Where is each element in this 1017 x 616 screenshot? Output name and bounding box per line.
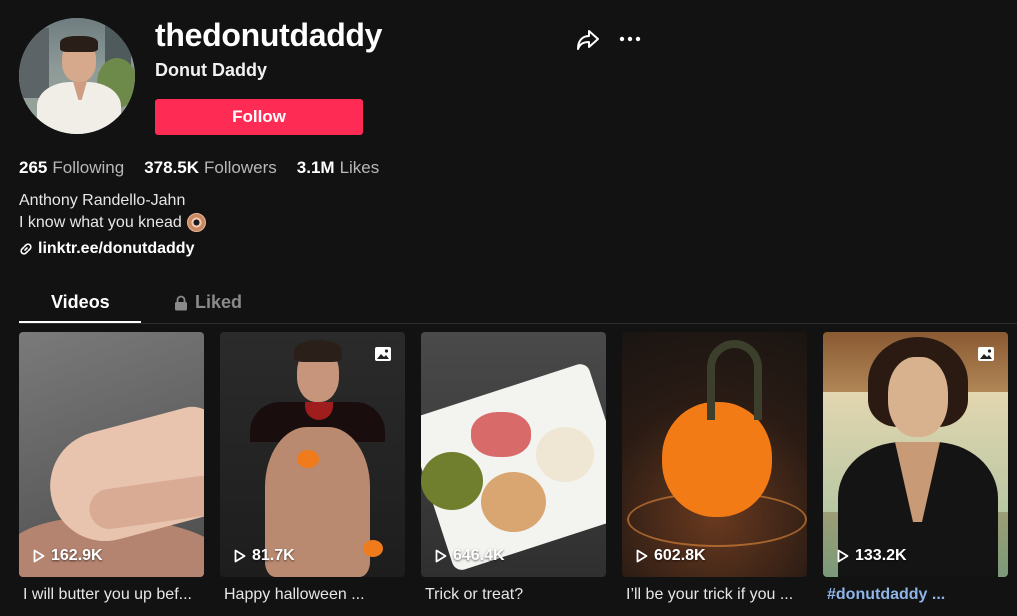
view-count: 133.2K: [837, 547, 907, 565]
bio-link[interactable]: linktr.ee/donutdaddy: [19, 240, 194, 258]
video-card[interactable]: 646.4K Trick or treat?: [421, 332, 606, 604]
tab-active-underline: [19, 321, 141, 323]
profile-username: thedonutdaddy: [155, 17, 383, 53]
bio-text-content: I know what you knead: [19, 213, 182, 231]
profile-nickname: Donut Daddy: [155, 60, 267, 80]
stat-count: 378.5K: [144, 158, 200, 177]
play-icon: [837, 549, 849, 563]
bio-link-text[interactable]: linktr.ee/donutdaddy: [38, 240, 194, 258]
video-card[interactable]: 81.7K Happy halloween ...: [220, 332, 405, 604]
view-count-value: 646.4K: [453, 547, 505, 564]
stat-followers[interactable]: 378.5K Followers: [144, 158, 277, 178]
view-count-value: 81.7K: [252, 547, 295, 564]
video-thumbnail[interactable]: 162.9K: [19, 332, 204, 577]
share-icon[interactable]: [575, 27, 601, 53]
video-grid: 162.9K I will butter you up bef... 81.7K…: [19, 332, 1008, 604]
stat-count: 3.1M: [296, 158, 335, 177]
bio-name: Anthony Randello-Jahn: [19, 192, 186, 209]
view-count-value: 162.9K: [51, 547, 103, 564]
view-count: 81.7K: [234, 547, 295, 565]
stat-label: Likes: [339, 158, 380, 177]
tab-liked-label: Liked: [195, 292, 243, 312]
profile-tabs: Videos Liked: [19, 288, 1017, 324]
tab-liked[interactable]: Liked: [174, 292, 242, 313]
play-icon: [33, 549, 45, 563]
video-card[interactable]: 602.8K I’ll be your trick if you ...: [622, 332, 807, 604]
more-options-icon[interactable]: [618, 30, 642, 48]
view-count-value: 133.2K: [855, 547, 907, 564]
video-thumbnail[interactable]: 133.2K: [823, 332, 1008, 577]
video-caption[interactable]: I will butter you up bef...: [19, 586, 204, 604]
photo-icon: [375, 347, 391, 361]
view-count: 602.8K: [636, 547, 706, 565]
tab-videos[interactable]: Videos: [51, 292, 110, 313]
video-thumbnail[interactable]: 81.7K: [220, 332, 405, 577]
follow-button[interactable]: Follow: [155, 99, 363, 135]
play-icon: [435, 549, 447, 563]
stat-label: Following: [52, 158, 125, 177]
video-card[interactable]: 133.2K #donutdaddy ...: [823, 332, 1008, 604]
video-caption[interactable]: Happy halloween ...: [220, 586, 405, 604]
stat-count: 265: [19, 158, 48, 177]
video-caption[interactable]: #donutdaddy ...: [823, 586, 1008, 604]
video-caption[interactable]: Trick or treat?: [421, 586, 606, 604]
bio-text: I know what you knead: [19, 213, 206, 232]
video-caption[interactable]: I’ll be your trick if you ...: [622, 586, 807, 604]
lock-icon: [175, 295, 187, 310]
tab-videos-label: Videos: [51, 292, 110, 312]
profile-stats: 265 Following 378.5K Followers 3.1M Likes: [19, 158, 379, 178]
view-count: 162.9K: [33, 547, 103, 565]
video-thumbnail[interactable]: 646.4K: [421, 332, 606, 577]
view-count: 646.4K: [435, 547, 505, 565]
view-count-value: 602.8K: [654, 547, 706, 564]
stat-following[interactable]: 265 Following: [19, 158, 124, 178]
play-icon: [636, 549, 648, 563]
stat-likes: 3.1M Likes: [297, 158, 379, 178]
link-icon: [20, 243, 32, 255]
video-thumbnail[interactable]: 602.8K: [622, 332, 807, 577]
play-icon: [234, 549, 246, 563]
donut-emoji-icon: [186, 213, 206, 232]
video-card[interactable]: 162.9K I will butter you up bef...: [19, 332, 204, 604]
stat-label: Followers: [204, 158, 277, 177]
profile-avatar[interactable]: [19, 18, 135, 134]
photo-icon: [978, 347, 994, 361]
